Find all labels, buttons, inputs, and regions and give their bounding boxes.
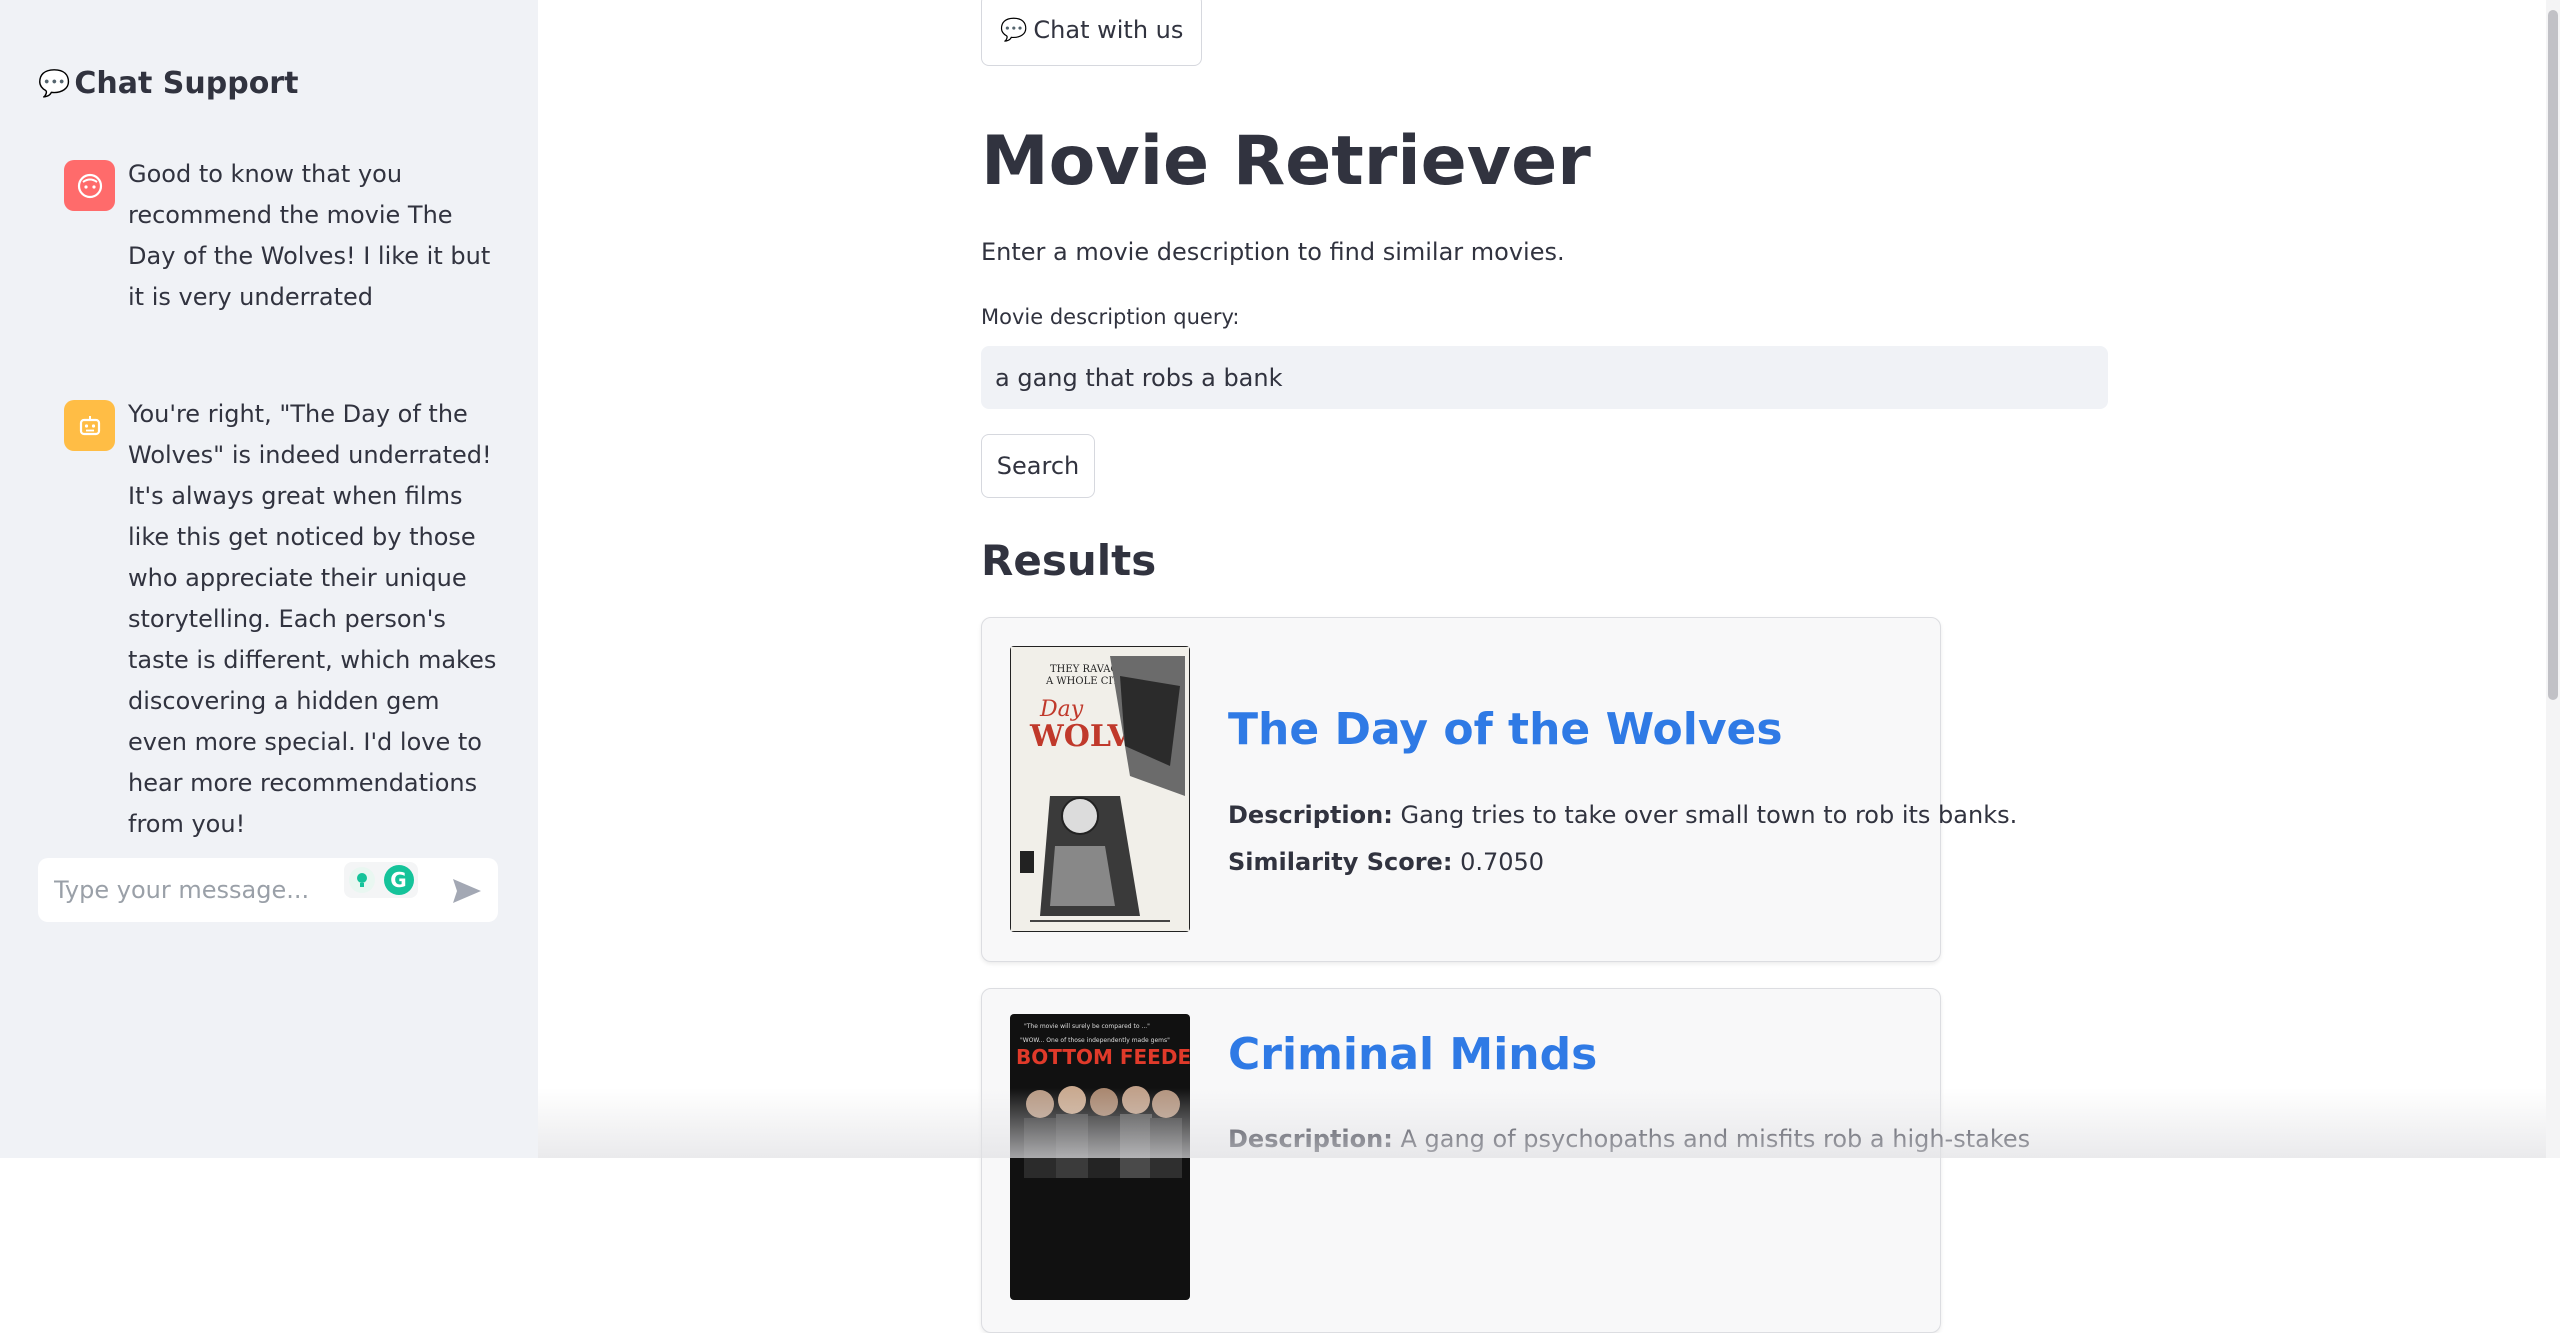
movie-poster-image: "The movie will surely be compared to ..… bbox=[1010, 1014, 1190, 1300]
movie-description: Description: A gang of psychopaths and m… bbox=[1228, 1125, 2030, 1153]
user-face-icon bbox=[64, 160, 115, 211]
result-card: THEY RAVAGED A WHOLE CITY Day WOLVES The… bbox=[981, 617, 2017, 962]
similarity-score: Similarity Score: 0.7050 bbox=[1228, 848, 1544, 876]
scrollbar-track[interactable] bbox=[2546, 0, 2560, 1158]
movie-title-link[interactable]: The Day of the Wolves bbox=[1228, 704, 1783, 755]
sidebar-title: 💬 Chat Support bbox=[38, 66, 298, 101]
chat-message-user: Good to know that you recommend the movi… bbox=[64, 160, 504, 318]
chat-message-assistant: You're right, "The Day of the Wolves" is… bbox=[64, 400, 504, 845]
scrollbar-thumb[interactable] bbox=[2548, 10, 2558, 700]
speech-bubble-icon: 💬 bbox=[38, 68, 71, 99]
svg-text:"WOW... One of those independe: "WOW... One of those independently made … bbox=[1020, 1037, 1170, 1044]
chat-with-us-button[interactable]: 💬 Chat with us bbox=[981, 0, 1203, 66]
movie-title-link[interactable]: Criminal Minds bbox=[1228, 1029, 1597, 1080]
chat-input-box: G bbox=[38, 858, 498, 922]
chat-with-us-label: Chat with us bbox=[1033, 16, 1184, 44]
description-text: Gang tries to take over small town to ro… bbox=[1400, 801, 2018, 829]
svg-text:BOTTOM FEEDERS: BOTTOM FEEDERS bbox=[1016, 1045, 1190, 1069]
main-content: 💬 Chat with us Movie Retriever Enter a m… bbox=[538, 0, 2560, 1333]
description-label: Description: bbox=[1228, 1125, 1393, 1153]
search-button[interactable]: Search bbox=[981, 434, 1095, 498]
description-text: A gang of psychopaths and misfits rob a … bbox=[1400, 1125, 2031, 1153]
movie-poster-image: THEY RAVAGED A WHOLE CITY Day WOLVES bbox=[1010, 646, 1190, 932]
sidebar-title-text: Chat Support bbox=[74, 66, 299, 101]
movie-query-input[interactable] bbox=[981, 346, 2108, 409]
send-icon[interactable] bbox=[450, 876, 484, 906]
query-label: Movie description query: bbox=[981, 305, 1240, 329]
result-card: "The movie will surely be compared to ..… bbox=[981, 988, 2030, 1333]
robot-icon bbox=[64, 400, 115, 451]
chat-message-input[interactable] bbox=[52, 875, 342, 905]
grammarly-widget[interactable]: G bbox=[344, 862, 418, 898]
chat-message-text: Good to know that you recommend the movi… bbox=[128, 160, 491, 311]
chat-sidebar: 💬 Chat Support Good to know that you rec… bbox=[0, 0, 538, 1158]
grammarly-icon[interactable]: G bbox=[383, 865, 414, 895]
description-label: Description: bbox=[1228, 801, 1393, 829]
page-title: Movie Retriever bbox=[981, 122, 1591, 201]
svg-text:"The movie will surely be comp: "The movie will surely be compared to ..… bbox=[1024, 1023, 1150, 1030]
movie-description: Description: Gang tries to take over sma… bbox=[1228, 801, 2017, 829]
results-heading: Results bbox=[981, 536, 1157, 585]
page-subtitle: Enter a movie description to find simila… bbox=[981, 238, 1565, 266]
speech-bubble-icon: 💬 bbox=[1000, 17, 1028, 43]
chat-message-text: You're right, "The Day of the Wolves" is… bbox=[128, 400, 497, 838]
lightbulb-icon[interactable] bbox=[348, 867, 375, 893]
score-label: Similarity Score: bbox=[1228, 848, 1453, 876]
score-value: 0.7050 bbox=[1460, 848, 1545, 876]
